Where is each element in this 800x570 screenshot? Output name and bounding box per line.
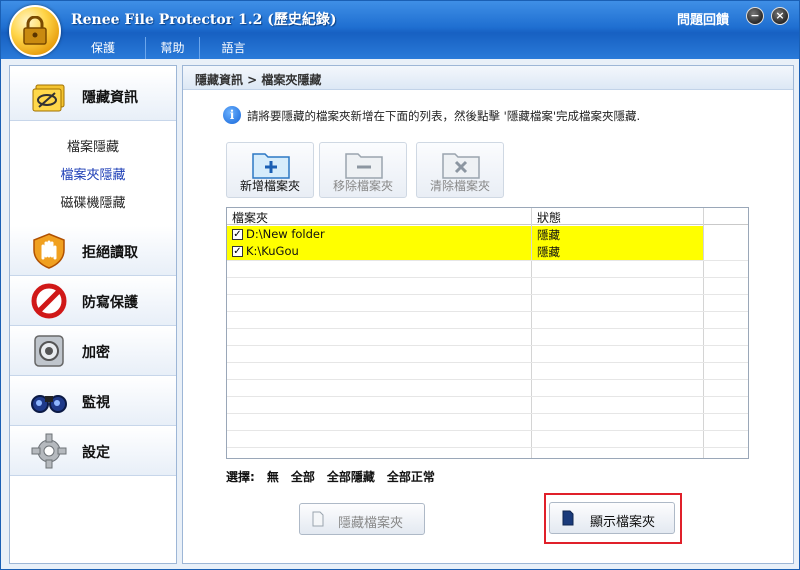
column-header-status[interactable]: 狀態 (537, 209, 561, 226)
clear-folder-label: 清除檔案夾 (429, 179, 490, 193)
add-folder-button[interactable]: 新增檔案夾 (226, 142, 314, 198)
table-header: 檔案夾 狀態 (227, 208, 748, 225)
select-all-normal-link[interactable]: 全部正常 (387, 468, 435, 485)
document-icon (312, 511, 324, 527)
row-divider (227, 277, 748, 278)
table-row[interactable]: ✓ K:\KuGou 隱藏 (227, 243, 703, 260)
row-divider (227, 430, 748, 431)
show-folder-label: 顯示檔案夾 (590, 515, 656, 530)
sidebar-item-monitor[interactable]: 監視 (10, 376, 176, 426)
padlock-icon (23, 16, 47, 45)
sidebar-item-folder-hide[interactable]: 檔案夾隱藏 (10, 164, 176, 183)
sidebar-label: 設定 (82, 445, 110, 461)
row-divider (227, 328, 748, 329)
show-folder-button[interactable]: 顯示檔案夾 (549, 502, 675, 534)
folder-path-cell: D:\New folder (246, 227, 325, 241)
selection-bar: 選擇: 無 全部 全部隱藏 全部正常 (226, 468, 435, 485)
no-entry-icon (31, 283, 67, 319)
row-divider (227, 345, 748, 346)
hide-folder-button[interactable]: 隱藏檔案夾 (299, 503, 425, 535)
status-cell: 隱藏 (537, 228, 560, 242)
folder-add-icon (252, 153, 290, 179)
sidebar-label: 防寫保護 (82, 295, 138, 311)
sidebar-item-drive-hide[interactable]: 磁碟機隱藏 (10, 192, 176, 211)
folder-remove-icon (345, 153, 383, 179)
row-divider (227, 379, 748, 380)
menu-bar: 保護 幫助 語言 (61, 37, 267, 59)
row-divider (227, 362, 748, 363)
table-row[interactable]: ✓ D:\New folder 隱藏 (227, 226, 703, 243)
sidebar-item-write-protect[interactable]: 防寫保護 (10, 276, 176, 326)
row-divider (227, 311, 748, 312)
menu-language[interactable]: 語言 (199, 37, 267, 59)
binoculars-icon (31, 395, 67, 413)
row-divider (227, 396, 748, 397)
add-folder-label: 新增檔案夾 (239, 179, 300, 193)
minimize-button[interactable]: − (746, 7, 764, 25)
sidebar-item-hide-info[interactable]: 隱藏資訊 (10, 71, 176, 121)
column-divider (531, 208, 532, 458)
select-label: 選擇: (226, 470, 255, 484)
app-window: Renee File Protector 1.2 (歷史紀錄) 問題回饋 − ×… (0, 0, 800, 570)
info-text: 請將要隱藏的檔案夾新增在下面的列表，然後點擊 '隱藏檔案'完成檔案夾隱藏. (247, 109, 641, 123)
hide-info-icon (32, 84, 65, 112)
menu-protect[interactable]: 保護 (61, 37, 145, 59)
remove-folder-button[interactable]: 移除檔案夾 (319, 142, 407, 198)
select-all-link[interactable]: 全部 (291, 468, 315, 485)
sidebar-label: 加密 (82, 345, 110, 361)
title-bar: Renee File Protector 1.2 (歷史紀錄) 問題回饋 − ×… (1, 1, 799, 59)
row-divider (227, 294, 748, 295)
row-divider (227, 447, 748, 448)
select-all-hidden-link[interactable]: 全部隱藏 (327, 468, 375, 485)
row-divider (227, 413, 748, 414)
select-none-link[interactable]: 無 (267, 468, 279, 485)
breadcrumb: 隱藏資訊 > 檔案夾隱藏 (183, 66, 793, 90)
sidebar-label: 監視 (82, 395, 110, 411)
clear-folder-button[interactable]: 清除檔案夾 (416, 142, 504, 198)
gear-icon (31, 433, 67, 469)
hand-shield-icon (33, 233, 65, 269)
sidebar-item-settings[interactable]: 設定 (10, 426, 176, 476)
sidebar-submenu: 檔案隱藏 檔案夾隱藏 磁碟機隱藏 (10, 124, 176, 224)
folder-path-cell: K:\KuGou (246, 244, 299, 258)
sidebar-label: 拒絕讀取 (82, 245, 138, 261)
row-checkbox[interactable]: ✓ (232, 246, 243, 257)
sidebar: 隱藏資訊 檔案隱藏 檔案夾隱藏 磁碟機隱藏 拒絕讀取 防寫保護 加密 監視 設定 (9, 65, 177, 564)
row-checkbox[interactable]: ✓ (232, 229, 243, 240)
column-divider (703, 208, 704, 458)
status-cell: 隱藏 (537, 245, 560, 259)
remove-folder-label: 移除檔案夾 (332, 179, 393, 193)
info-icon: i (223, 106, 241, 124)
window-title: Renee File Protector 1.2 (歷史紀錄) (71, 12, 337, 28)
folder-clear-icon (442, 153, 480, 179)
row-divider (227, 260, 748, 261)
menu-help[interactable]: 幫助 (145, 37, 199, 59)
sidebar-label: 隱藏資訊 (82, 90, 138, 106)
sidebar-item-deny-read[interactable]: 拒絕讀取 (10, 226, 176, 276)
column-header-folder[interactable]: 檔案夾 (232, 209, 268, 226)
sidebar-item-encrypt[interactable]: 加密 (10, 326, 176, 376)
main-panel: 隱藏資訊 > 檔案夾隱藏 i 請將要隱藏的檔案夾新增在下面的列表，然後點擊 '隱… (182, 65, 794, 564)
feedback-link[interactable]: 問題回饋 (677, 9, 729, 28)
hide-folder-label: 隱藏檔案夾 (338, 516, 404, 531)
app-logo (9, 5, 61, 57)
safe-icon (34, 335, 64, 367)
document-icon (562, 510, 574, 526)
sidebar-item-file-hide[interactable]: 檔案隱藏 (10, 136, 176, 155)
close-button[interactable]: × (771, 7, 789, 25)
folder-table: 檔案夾 狀態 ✓ D:\New folder 隱藏 ✓ K:\KuGou 隱藏 (226, 207, 749, 459)
